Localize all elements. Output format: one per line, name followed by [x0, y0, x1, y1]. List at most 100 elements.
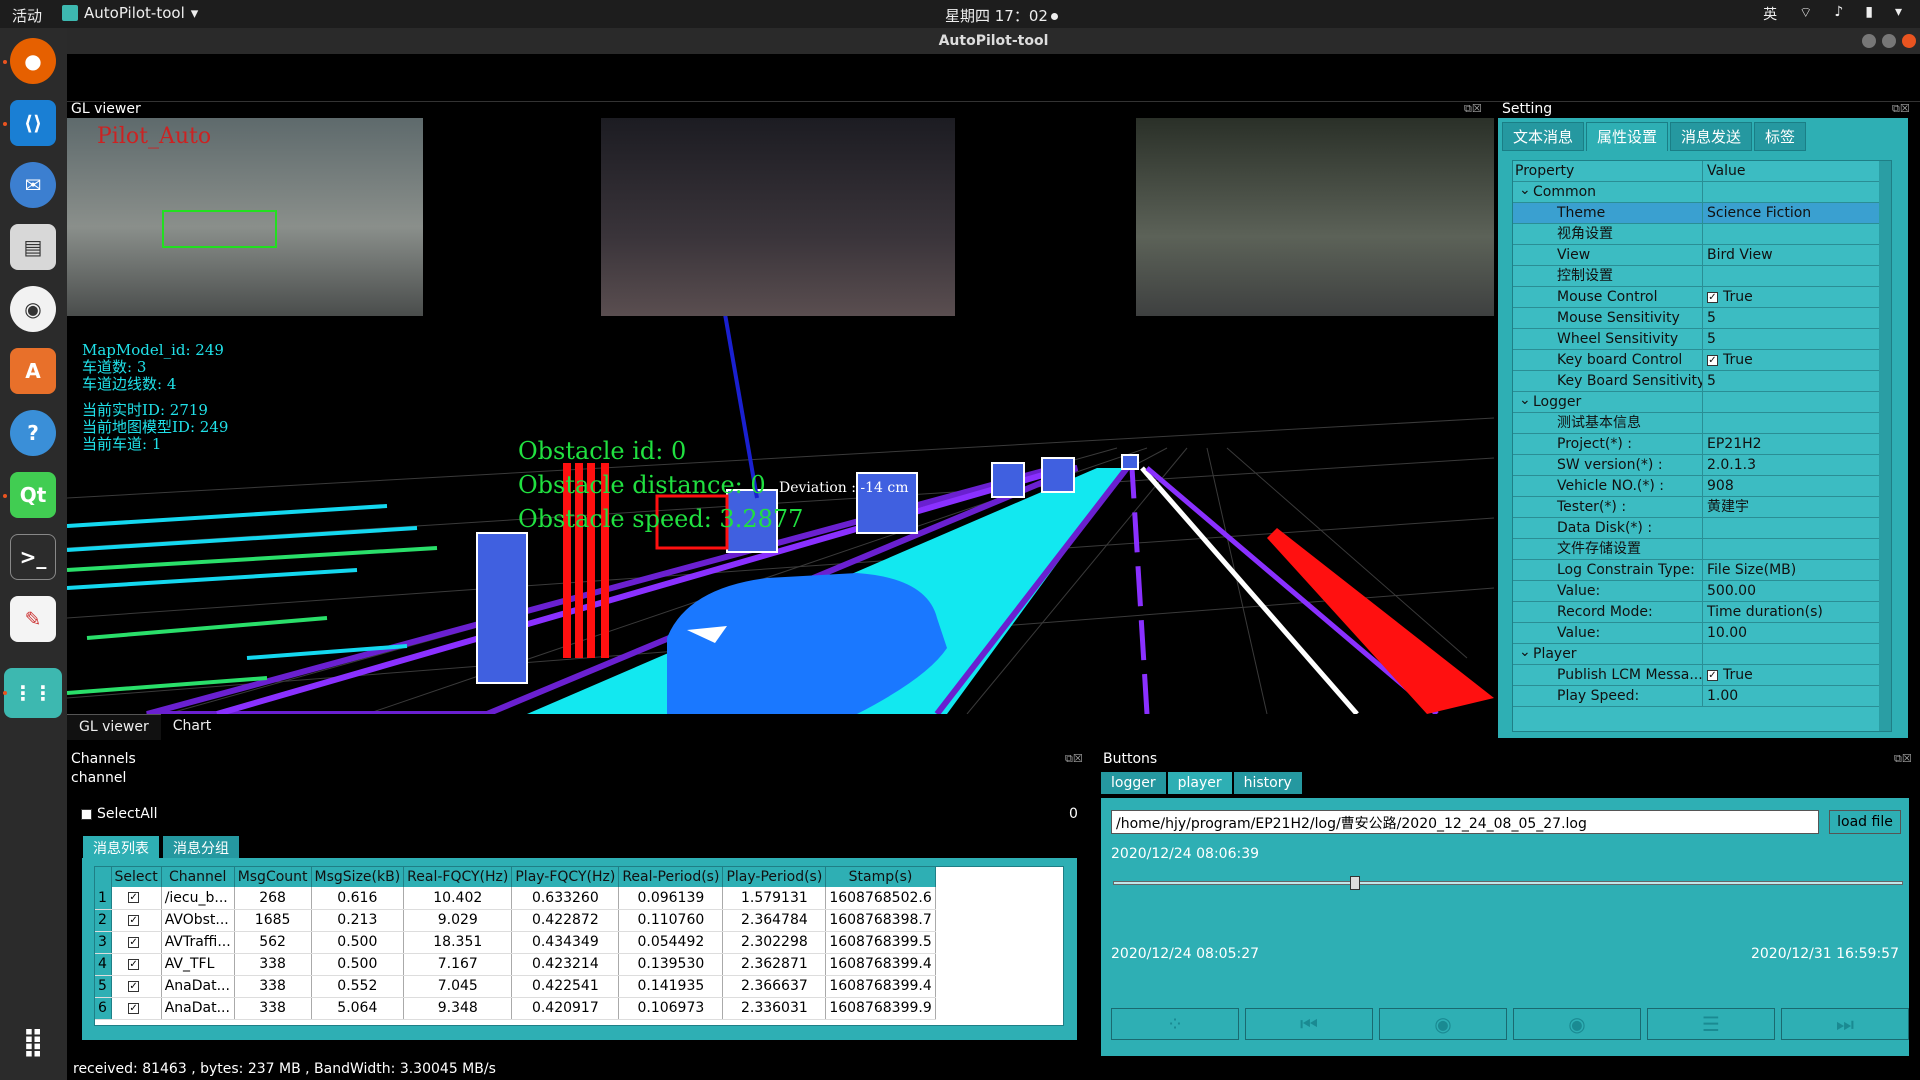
clock[interactable]: 星期四 17：02 — [945, 5, 1058, 26]
property-row[interactable]: Data Disk(*) : — [1513, 518, 1891, 539]
tab-history[interactable]: history — [1233, 772, 1302, 794]
checkbox-icon[interactable]: ✓ — [1707, 354, 1718, 366]
select-cell[interactable]: ✓ — [111, 975, 162, 998]
property-value[interactable]: ✓ True — [1703, 287, 1891, 307]
property-value[interactable] — [1703, 644, 1891, 664]
battery-icon[interactable]: ▮ — [1865, 4, 1873, 24]
property-value[interactable]: 5 — [1703, 308, 1891, 328]
property-value[interactable]: EP21H2 — [1703, 434, 1891, 454]
property-value[interactable]: 5 — [1703, 329, 1891, 349]
column-header[interactable]: Stamp(s) — [825, 867, 936, 887]
property-row[interactable]: ⌄ Common — [1513, 182, 1891, 203]
property-row[interactable]: View Bird View — [1513, 245, 1891, 266]
tab-player[interactable]: player — [1167, 772, 1232, 794]
table-row[interactable]: 2 ✓ AVObst... 1685 0.213 9.029 0.422872 0.11076… — [95, 909, 936, 932]
terminal-icon[interactable]: >_ — [10, 534, 56, 580]
app-menu[interactable]: AutoPilot-tool ▾ — [62, 4, 198, 22]
text-editor-icon[interactable]: ✎ — [10, 596, 56, 642]
table-row[interactable]: 5 ✓ AnaDat... 338 0.552 7.045 0.422541 0.141935… — [95, 975, 936, 998]
select-cell[interactable]: ✓ — [111, 997, 162, 1020]
property-scrollbar[interactable] — [1879, 161, 1891, 731]
property-value[interactable]: 908 — [1703, 476, 1891, 496]
column-header[interactable]: Real-Period(s) — [618, 867, 724, 887]
firefox-icon[interactable]: ● — [10, 38, 56, 84]
property-row[interactable]: Mouse Sensitivity 5 — [1513, 308, 1891, 329]
select-all-checkbox[interactable]: ✓ SelectAll — [81, 806, 158, 822]
property-row[interactable]: Wheel Sensitivity 5 — [1513, 329, 1891, 350]
property-row[interactable]: Value: 10.00 — [1513, 623, 1891, 644]
chevron-down-icon[interactable]: ▾ — [1895, 4, 1902, 24]
property-row[interactable]: Value: 500.00 — [1513, 581, 1891, 602]
table-row[interactable]: 1 ✓ /iecu_b... 268 0.616 10.402 0.633260 0.0961… — [95, 887, 936, 910]
property-row[interactable]: Play Speed: 1.00 — [1513, 686, 1891, 707]
property-row[interactable]: Log Constrain Type: File Size(MB) — [1513, 560, 1891, 581]
select-cell[interactable]: ✓ — [111, 909, 162, 932]
property-row[interactable]: 文件存储设置 — [1513, 539, 1891, 560]
property-value[interactable] — [1703, 518, 1891, 538]
close-icon[interactable] — [1902, 34, 1916, 48]
rhythmbox-icon[interactable]: ◉ — [10, 286, 56, 332]
playlist-button[interactable]: ☰ — [1647, 1008, 1775, 1040]
tab-message-group[interactable]: 消息分组 — [163, 836, 239, 860]
collapse-icon[interactable]: ⌄ — [1519, 644, 1531, 660]
property-row[interactable]: ⌄ Logger — [1513, 392, 1891, 413]
skip-forward-button[interactable]: ⏭ — [1781, 1008, 1909, 1040]
tab-gl-viewer[interactable]: GL viewer — [67, 714, 161, 740]
checkbox-icon[interactable]: ✓ — [128, 1002, 140, 1014]
property-row[interactable]: Key Board Sensitivity 5 — [1513, 371, 1891, 392]
dock-float-close-icon[interactable]: ⧉☒ — [1894, 752, 1912, 766]
property-value[interactable] — [1703, 539, 1891, 559]
property-value[interactable]: 5 — [1703, 371, 1891, 391]
column-header[interactable]: Select — [111, 867, 162, 887]
input-method-indicator[interactable]: 英 — [1763, 4, 1777, 24]
activities-button[interactable]: 活动 — [12, 5, 42, 26]
column-header[interactable]: Channel — [161, 867, 235, 887]
property-value[interactable]: Time duration(s) — [1703, 602, 1891, 622]
dock-float-close-icon[interactable]: ⧉☒ — [1065, 752, 1083, 766]
tab-property-settings[interactable]: 属性设置 — [1586, 122, 1669, 151]
property-value[interactable] — [1703, 182, 1891, 202]
tab-labels[interactable]: 标签 — [1754, 122, 1807, 151]
property-value[interactable] — [1703, 392, 1891, 412]
property-value[interactable]: 10.00 — [1703, 623, 1891, 643]
property-row[interactable]: Record Mode: Time duration(s) — [1513, 602, 1891, 623]
property-value[interactable]: File Size(MB) — [1703, 560, 1891, 580]
column-header[interactable]: MsgCount — [234, 867, 312, 887]
property-row[interactable]: Project(*) : EP21H2 — [1513, 434, 1891, 455]
checkbox-icon[interactable]: ✓ — [128, 980, 140, 992]
dock-float-close-icon[interactable]: ⧉☒ — [1892, 102, 1910, 116]
play-button[interactable]: ◉ — [1379, 1008, 1507, 1040]
skip-back-button[interactable]: ⏮ — [1245, 1008, 1373, 1040]
files-icon[interactable]: ▤ — [10, 224, 56, 270]
column-header[interactable]: Play-FQCY(Hz) — [511, 867, 620, 887]
checkbox-icon[interactable]: ✓ — [128, 892, 140, 904]
property-row[interactable]: Key board Control ✓ True — [1513, 350, 1891, 371]
property-value[interactable]: Bird View — [1703, 245, 1891, 265]
property-row[interactable]: ⌄ Player — [1513, 644, 1891, 665]
tab-message-send[interactable]: 消息发送 — [1670, 122, 1753, 151]
property-table[interactable]: Property Value ⌄ Common Theme Science Fict… — [1512, 160, 1892, 732]
autopilot-tool-icon[interactable]: ⋮⋮ — [4, 668, 62, 718]
help-icon[interactable]: ? — [10, 410, 56, 456]
collapse-icon[interactable]: ⌄ — [1519, 392, 1531, 408]
software-center-icon[interactable]: A — [10, 348, 56, 394]
property-value[interactable]: 500.00 — [1703, 581, 1891, 601]
thunderbird-icon[interactable]: ✉ — [10, 162, 56, 208]
select-cell[interactable]: ✓ — [111, 953, 162, 976]
dock-float-close-icon[interactable]: ⧉☒ — [1464, 102, 1482, 116]
volume-icon[interactable]: ♪ — [1834, 4, 1843, 24]
load-file-button[interactable]: load file — [1829, 810, 1901, 834]
property-row[interactable]: Vehicle NO.(*) :908 — [1513, 476, 1891, 497]
property-row[interactable]: Theme Science Fiction — [1513, 203, 1891, 224]
property-value[interactable] — [1703, 266, 1891, 286]
table-row[interactable]: 6 ✓ AnaDat... 338 5.064 9.348 0.420917 0.106973… — [95, 997, 936, 1020]
tab-logger[interactable]: logger — [1101, 772, 1166, 794]
checkbox-icon[interactable]: ✓ — [128, 958, 140, 970]
log-path-field[interactable]: /home/hjy/program/EP21H2/log/曹安公路/2020_1… — [1111, 810, 1819, 834]
system-tray[interactable]: 英 ⌔ ♪ ▮ ▾ — [1763, 4, 1902, 24]
property-row[interactable]: 测试基本信息 — [1513, 413, 1891, 434]
gl-viewer-canvas[interactable]: Pilot_Auto MapModel_id: 249 车道数: 3 车道边线数… — [67, 118, 1494, 714]
property-value[interactable]: 2.0.1.3 — [1703, 455, 1891, 475]
collapse-icon[interactable]: ⌄ — [1519, 182, 1531, 198]
checkbox-icon[interactable]: ✓ — [128, 914, 140, 926]
